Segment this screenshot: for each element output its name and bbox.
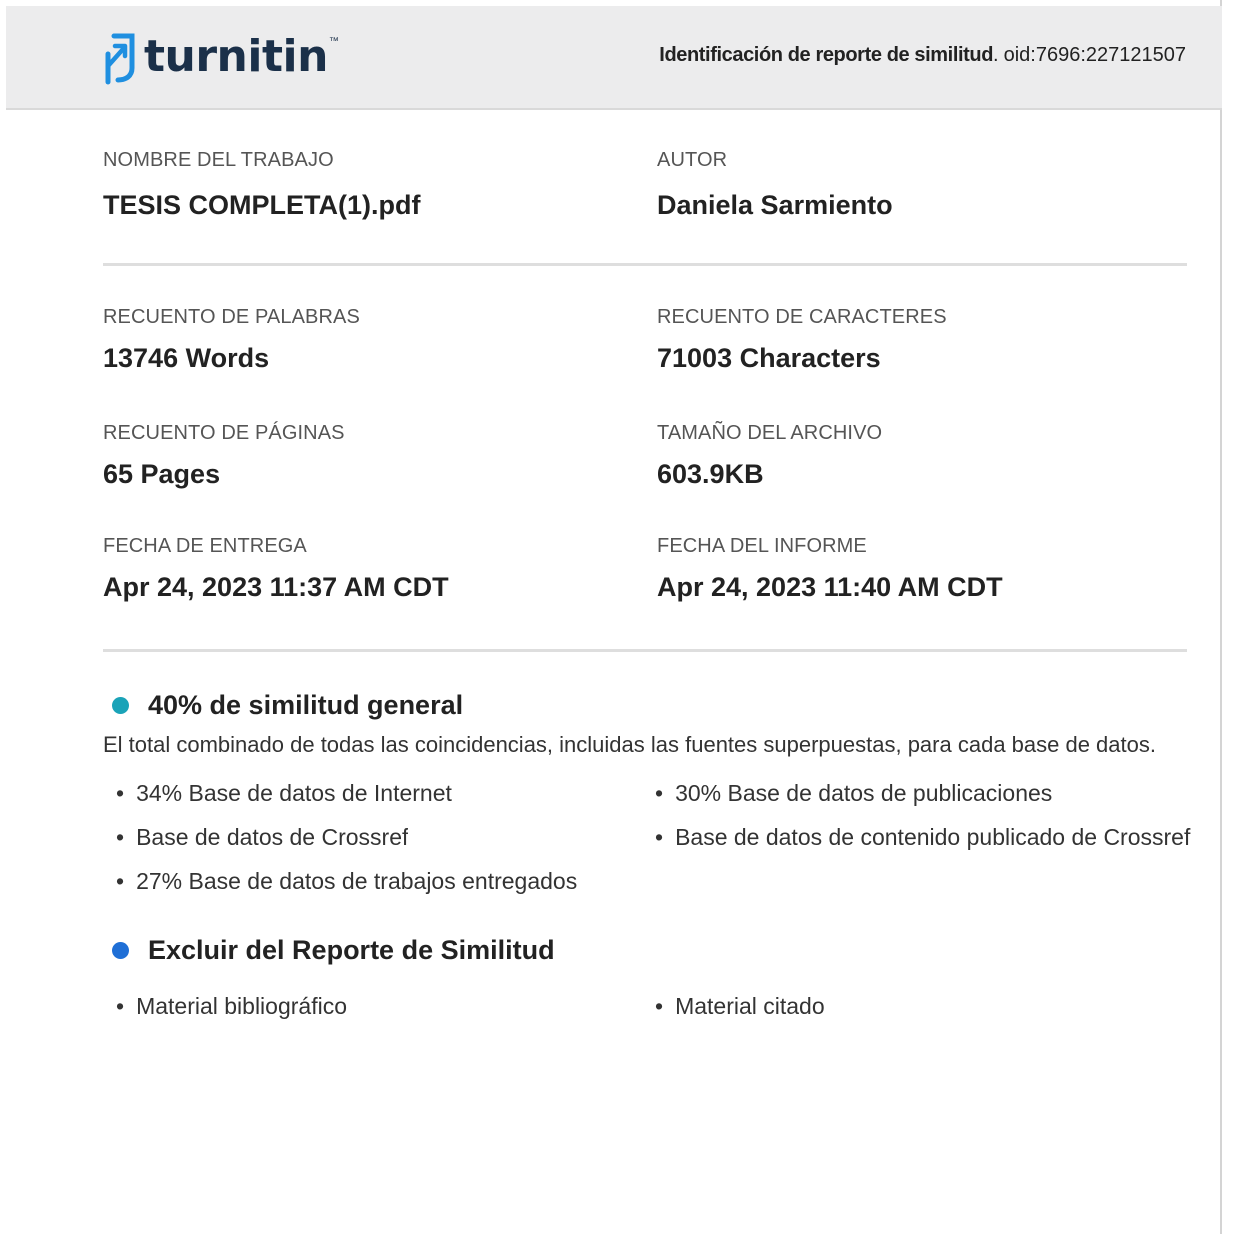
exclude-title: Excluir del Reporte de Similitud: [112, 935, 555, 966]
job-name-field: NOMBRE DEL TRABAJO TESIS COMPLETA(1).pdf: [103, 149, 421, 221]
list-item: • 34% Base de datos de Internet: [116, 780, 452, 806]
job-name-label: NOMBRE DEL TRABAJO: [103, 149, 334, 171]
brand-trademark: ™: [328, 36, 339, 47]
page-count-field: RECUENTO DE PÁGINAS 65 Pages: [103, 422, 345, 490]
char-count-value: 71003 Characters: [657, 343, 881, 373]
file-size-label: TAMAÑO DEL ARCHIVO: [657, 422, 883, 444]
report-date-field: FECHA DEL INFORME Apr 24, 2023 11:40 AM …: [657, 535, 1003, 603]
char-count-label: RECUENTO DE CARACTERES: [657, 306, 947, 328]
list-item: • 30% Base de datos de publicaciones: [655, 780, 1053, 806]
turnitin-arrow-icon: [105, 33, 135, 85]
turnitin-logo: turnitin ™: [102, 26, 339, 86]
similarity-bullet-icon: [112, 697, 129, 714]
submit-date-field: FECHA DE ENTREGA Apr 24, 2023 11:37 AM C…: [103, 535, 449, 603]
similarity-title: 40% de similitud general: [112, 690, 463, 721]
brand-name: turnitin: [144, 30, 328, 82]
file-size-value: 603.9KB: [657, 459, 764, 489]
report-date-value: Apr 24, 2023 11:40 AM CDT: [657, 572, 1003, 602]
report-id-label: Identificación de reporte de similitud: [659, 44, 994, 66]
report-id: Identificación de reporte de similitud. o…: [659, 44, 1186, 66]
word-count-value: 13746 Words: [103, 343, 270, 373]
list-item: • Material citado: [655, 993, 825, 1019]
report-header: turnitin ™ Identificación de reporte de …: [6, 6, 1222, 110]
report-id-value: oid:7696:227121507: [1003, 44, 1186, 66]
list-item: • Base de datos de Crossref: [116, 824, 409, 850]
list-item: • Base de datos de contenido publicado de…: [655, 824, 1191, 850]
divider-top: [103, 263, 1187, 266]
submit-date-label: FECHA DE ENTREGA: [103, 535, 307, 557]
exclude-title-text: Excluir del Reporte de Similitud: [148, 935, 555, 965]
page-count-label: RECUENTO DE PÁGINAS: [103, 422, 345, 444]
file-size-field: TAMAÑO DEL ARCHIVO 603.9KB: [657, 422, 882, 490]
divider-bottom: [103, 649, 1187, 652]
submit-date-value: Apr 24, 2023 11:37 AM CDT: [103, 572, 449, 602]
word-count-field: RECUENTO DE PALABRAS 13746 Words: [103, 306, 360, 374]
similarity-description: El total combinado de todas las coincide…: [103, 732, 1156, 757]
exclude-bullet-icon: [112, 942, 129, 959]
report-date-label: FECHA DEL INFORME: [657, 535, 867, 557]
report-page: turnitin ™ Identificación de reporte de …: [0, 0, 1222, 1234]
author-label: AUTOR: [657, 149, 728, 171]
page-count-value: 65 Pages: [103, 459, 221, 489]
similarity-title-text: 40% de similitud general: [148, 690, 464, 720]
author-field: AUTOR Daniela Sarmiento: [657, 149, 893, 221]
list-item: • 27% Base de datos de trabajos entregado…: [116, 868, 578, 894]
word-count-label: RECUENTO DE PALABRAS: [103, 306, 360, 328]
list-item: • Material bibliográfico: [116, 993, 347, 1019]
job-name-value: TESIS COMPLETA(1).pdf: [103, 190, 421, 220]
char-count-field: RECUENTO DE CARACTERES 71003 Characters: [657, 306, 947, 374]
author-value: Daniela Sarmiento: [657, 190, 893, 220]
